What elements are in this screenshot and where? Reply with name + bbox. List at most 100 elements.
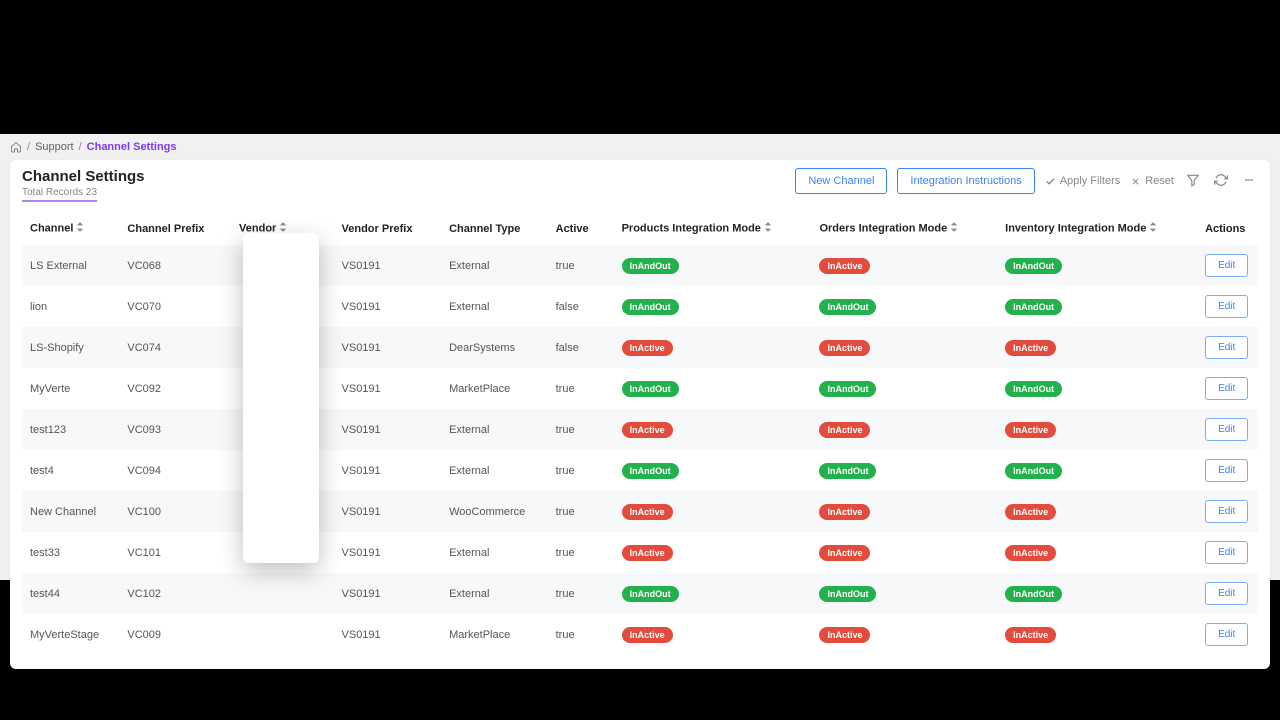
cell-orders-mode: InActive [811,245,997,286]
edit-button[interactable]: Edit [1205,541,1248,564]
reset-label: Reset [1145,175,1174,187]
edit-button[interactable]: Edit [1205,500,1248,523]
edit-button[interactable]: Edit [1205,418,1248,441]
cell-orders-mode: InActive [811,532,997,573]
col-inventory-mode[interactable]: Inventory Integration Mode [997,212,1197,245]
sort-icon [1149,222,1157,235]
apply-filters-button[interactable]: Apply Filters [1045,175,1121,187]
col-channel-prefix: Channel Prefix [119,212,231,245]
cell-vendor-prefix: VS0191 [334,614,442,655]
edit-button[interactable]: Edit [1205,582,1248,605]
cell-inventory-mode: InAndOut [997,450,1197,491]
cell-active: true [548,532,614,573]
table-row: lionVC070VS0191ExternalfalseInAndOutInAn… [22,286,1258,327]
cell-channel: MyVerteStage [22,614,119,655]
cell-vendor-prefix: VS0191 [334,450,442,491]
cell-vendor-prefix: VS0191 [334,245,442,286]
badge-inactive: InActive [1005,422,1056,438]
col-channel-type: Channel Type [441,212,548,245]
table-row: LS ExternalVC068VS0191ExternaltrueInAndO… [22,245,1258,286]
cell-channel-type: External [441,532,548,573]
col-inventory-mode-label: Inventory Integration Mode [1005,222,1146,234]
cell-products-mode: InActive [614,532,812,573]
cell-products-mode: InAndOut [614,450,812,491]
cell-orders-mode: InActive [811,614,997,655]
col-orders-mode[interactable]: Orders Integration Mode [811,212,997,245]
cell-channel: test123 [22,409,119,450]
cell-channel-type: External [441,450,548,491]
cell-vendor-prefix: VS0191 [334,286,442,327]
minus-icon [1242,173,1256,187]
cell-channel: LS External [22,245,119,286]
cell-active: true [548,409,614,450]
col-channel[interactable]: Channel [22,212,119,245]
edit-button[interactable]: Edit [1205,254,1248,277]
edit-button[interactable]: Edit [1205,295,1248,318]
cell-channel-prefix: VC092 [119,368,231,409]
cell-inventory-mode: InActive [997,614,1197,655]
home-icon[interactable] [10,141,22,153]
cell-orders-mode: InActive [811,327,997,368]
vendor-dropdown-panel[interactable] [243,233,319,563]
cell-actions: Edit [1197,450,1258,491]
cell-orders-mode: InAndOut [811,368,997,409]
breadcrumb-support[interactable]: Support [35,141,74,153]
cell-actions: Edit [1197,491,1258,532]
new-channel-button[interactable]: New Channel [795,168,887,194]
badge-inandout: InAndOut [622,586,679,602]
col-active: Active [548,212,614,245]
col-products-mode[interactable]: Products Integration Mode [614,212,812,245]
cell-inventory-mode: InActive [997,327,1197,368]
cell-products-mode: InAndOut [614,245,812,286]
edit-button[interactable]: Edit [1205,623,1248,646]
cell-vendor-prefix: VS0191 [334,368,442,409]
cell-products-mode: InActive [614,409,812,450]
badge-inandout: InAndOut [622,381,679,397]
cell-channel-type: External [441,245,548,286]
cell-channel-prefix: VC093 [119,409,231,450]
reset-button[interactable]: Reset [1130,175,1174,187]
badge-inandout: InAndOut [1005,381,1062,397]
cell-channel: LS-Shopify [22,327,119,368]
badge-inactive: InActive [819,340,870,356]
breadcrumb-separator: / [79,141,82,153]
cell-actions: Edit [1197,409,1258,450]
cell-orders-mode: InActive [811,491,997,532]
sort-icon [76,222,84,235]
cell-inventory-mode: InAndOut [997,286,1197,327]
cell-channel-prefix: VC094 [119,450,231,491]
badge-inandout: InAndOut [1005,258,1062,274]
badge-inactive: InActive [819,258,870,274]
badge-inactive: InActive [622,340,673,356]
cell-active: false [548,286,614,327]
badge-inactive: InActive [622,504,673,520]
cell-channel: New Channel [22,491,119,532]
sort-icon [950,222,958,235]
edit-button[interactable]: Edit [1205,459,1248,482]
cell-orders-mode: InAndOut [811,450,997,491]
table-row: LS-ShopifyVC074VS0191DearSystemsfalseInA… [22,327,1258,368]
edit-button[interactable]: Edit [1205,336,1248,359]
cell-orders-mode: InAndOut [811,573,997,614]
funnel-icon [1186,173,1200,187]
cell-active: true [548,491,614,532]
refresh-icon-button[interactable] [1212,171,1230,192]
badge-inandout: InAndOut [622,463,679,479]
cell-inventory-mode: InAndOut [997,368,1197,409]
cell-active: false [548,327,614,368]
col-actions: Actions [1197,212,1258,245]
integration-instructions-button[interactable]: Integration Instructions [897,168,1034,194]
cell-channel: test44 [22,573,119,614]
col-products-mode-label: Products Integration Mode [622,222,761,234]
cell-orders-mode: InAndOut [811,286,997,327]
collapse-icon-button[interactable] [1240,171,1258,192]
apply-filters-label: Apply Filters [1060,175,1121,187]
badge-inandout: InAndOut [819,381,876,397]
refresh-icon [1214,173,1228,187]
page-title: Channel Settings [22,168,145,185]
edit-button[interactable]: Edit [1205,377,1248,400]
cell-channel: lion [22,286,119,327]
cell-actions: Edit [1197,573,1258,614]
filter-icon-button[interactable] [1184,171,1202,192]
cell-products-mode: InAndOut [614,368,812,409]
